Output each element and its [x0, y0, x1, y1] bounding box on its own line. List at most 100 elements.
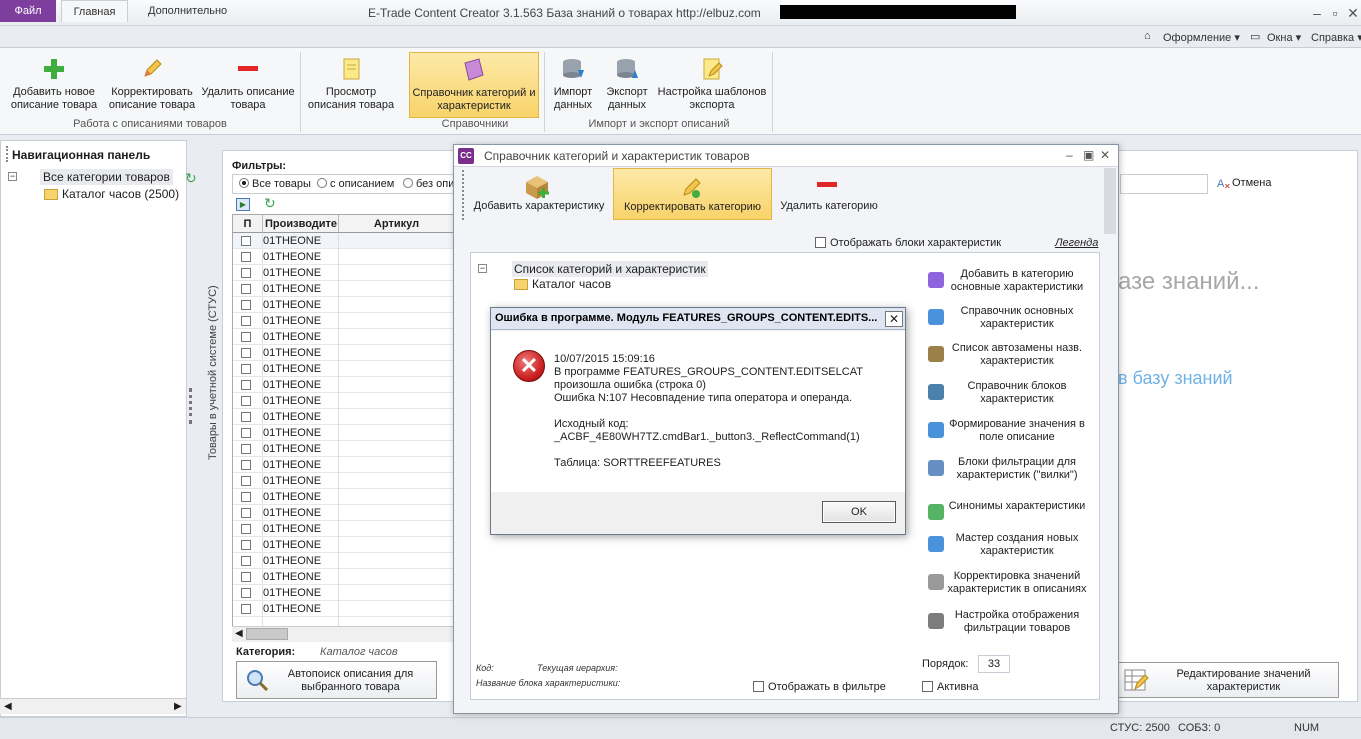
- table-row[interactable]: 01THEONE: [233, 601, 453, 617]
- row-checkbox[interactable]: [241, 604, 251, 614]
- edit-values-button[interactable]: Редактирование значений характеристик: [1118, 662, 1339, 698]
- row-checkbox[interactable]: [241, 588, 251, 598]
- side-action-item[interactable]: Справочник блоков характеристик: [920, 380, 1096, 406]
- scroll-right-icon[interactable]: ▶: [174, 701, 182, 712]
- table-row[interactable]: 01THEONE: [233, 393, 453, 409]
- dialog-close-icon[interactable]: ✕: [1100, 148, 1110, 162]
- table-row[interactable]: 01THEONE: [233, 585, 453, 601]
- nav-horizontal-scrollbar[interactable]: [0, 698, 186, 714]
- filter-all-radio[interactable]: Все товары: [239, 178, 311, 190]
- side-action-item[interactable]: Формирование значения в поле описание: [920, 418, 1096, 444]
- export-grid-icon[interactable]: ▶: [236, 198, 250, 211]
- tab-file[interactable]: Файл: [0, 0, 56, 22]
- row-checkbox[interactable]: [241, 364, 251, 374]
- side-tab-stus[interactable]: Товары в учетной системе (СТУС): [205, 160, 223, 460]
- dialog-minimize-icon[interactable]: –: [1066, 148, 1073, 162]
- nav-item-watch-catalog[interactable]: Каталог часов (2500): [62, 187, 179, 201]
- table-row[interactable]: 01THEONE: [233, 457, 453, 473]
- close-icon[interactable]: ✕: [1342, 4, 1361, 22]
- side-action-item[interactable]: Настройка отображения фильтрации товаров: [920, 609, 1096, 635]
- row-checkbox[interactable]: [241, 428, 251, 438]
- preview-description-button[interactable]: Просмотр описания товара: [302, 52, 400, 118]
- table-row[interactable]: 01THEONE: [233, 345, 453, 361]
- table-row[interactable]: 01THEONE: [233, 297, 453, 313]
- active-checkbox[interactable]: Активна: [922, 681, 979, 693]
- side-action-item[interactable]: Список автозамены назв. характеристик: [920, 342, 1096, 368]
- side-action-item[interactable]: Мастер создания новых характеристик: [920, 532, 1096, 558]
- side-action-item[interactable]: Справочник основных характеристик: [920, 305, 1096, 331]
- tree-collapse-icon[interactable]: −: [478, 264, 487, 273]
- row-checkbox[interactable]: [241, 524, 251, 534]
- menu-windows[interactable]: Окна ▾: [1267, 31, 1301, 44]
- toolbar-grip-icon[interactable]: [462, 170, 465, 220]
- row-checkbox[interactable]: [241, 252, 251, 262]
- row-checkbox[interactable]: [241, 268, 251, 278]
- table-row[interactable]: 01THEONE: [233, 553, 453, 569]
- table-row[interactable]: 01THEONE: [233, 265, 453, 281]
- table-row[interactable]: 01THEONE: [233, 313, 453, 329]
- refresh-grid-icon[interactable]: ↻: [264, 195, 276, 212]
- dialog-maximize-icon[interactable]: ▣: [1083, 148, 1094, 162]
- categories-reference-button[interactable]: Справочник категорий и характеристик: [409, 52, 539, 118]
- row-checkbox[interactable]: [241, 508, 251, 518]
- order-input[interactable]: 33: [978, 655, 1010, 673]
- scrollbar-thumb[interactable]: [246, 628, 288, 640]
- column-header-p[interactable]: П: [233, 215, 263, 233]
- cancel-button[interactable]: Отмена: [1232, 177, 1271, 189]
- table-row[interactable]: 01THEONE: [233, 377, 453, 393]
- row-checkbox[interactable]: [241, 572, 251, 582]
- table-row[interactable]: 01THEONE: [233, 537, 453, 553]
- row-checkbox[interactable]: [241, 476, 251, 486]
- panel-grip-icon[interactable]: [6, 146, 8, 162]
- row-checkbox[interactable]: [241, 412, 251, 422]
- table-row[interactable]: 01THEONE: [233, 441, 453, 457]
- menu-help[interactable]: Справка ▾: [1311, 31, 1361, 44]
- export-templates-button[interactable]: Настройка шаблонов экспорта: [656, 52, 768, 118]
- side-action-item[interactable]: Корректировка значений характеристик в о…: [920, 570, 1096, 596]
- table-row[interactable]: 01THEONE: [233, 425, 453, 441]
- table-row[interactable]: 01THEONE: [233, 521, 453, 537]
- tree-item-watch-catalog[interactable]: Каталог часов: [532, 277, 611, 291]
- add-description-button[interactable]: Добавить новое описание товара: [6, 52, 102, 118]
- delete-category-button[interactable]: Удалить категорию: [775, 168, 883, 220]
- row-checkbox[interactable]: [241, 316, 251, 326]
- row-checkbox[interactable]: [241, 460, 251, 470]
- side-action-item[interactable]: Добавить в категорию основные характерис…: [920, 268, 1096, 294]
- row-checkbox[interactable]: [241, 236, 251, 246]
- row-checkbox[interactable]: [241, 444, 251, 454]
- row-checkbox[interactable]: [241, 348, 251, 358]
- delete-description-button[interactable]: Удалить описание товара: [200, 52, 296, 118]
- table-row[interactable]: 01THEONE: [233, 409, 453, 425]
- knowledge-base-link[interactable]: в базу знаний: [1118, 368, 1233, 389]
- autosearch-button[interactable]: Автопоиск описания для выбранного товара: [236, 661, 437, 699]
- ok-button[interactable]: OK: [822, 501, 896, 523]
- add-feature-button[interactable]: Добавить характеристику: [468, 168, 610, 220]
- show-in-filter-checkbox[interactable]: Отображать в фильтре: [753, 681, 886, 693]
- filter-with-radio[interactable]: с описанием: [317, 178, 394, 190]
- filter-without-radio[interactable]: без опи: [403, 178, 454, 190]
- tab-extra[interactable]: Дополнительно: [136, 0, 239, 22]
- table-row[interactable]: 01THEONE: [233, 329, 453, 345]
- tab-home[interactable]: Главная: [61, 0, 128, 22]
- tree-collapse-icon[interactable]: −: [8, 172, 17, 181]
- row-checkbox[interactable]: [241, 556, 251, 566]
- table-row[interactable]: 01THEONE: [233, 505, 453, 521]
- side-action-item[interactable]: Блоки фильтрации для характеристик ("вил…: [920, 456, 1096, 482]
- table-row[interactable]: 01THEONE: [233, 569, 453, 585]
- table-row[interactable]: 01THEONE: [233, 361, 453, 377]
- legend-link[interactable]: Легенда: [1055, 237, 1098, 249]
- side-action-item[interactable]: Синонимы характеристики: [920, 500, 1096, 520]
- row-checkbox[interactable]: [241, 332, 251, 342]
- row-checkbox[interactable]: [241, 492, 251, 502]
- edit-description-button[interactable]: Корректировать описание товара: [104, 52, 200, 118]
- menu-design[interactable]: Оформление ▾: [1163, 31, 1240, 44]
- export-data-button[interactable]: Экспорт данных: [601, 52, 653, 118]
- tree-root-categories[interactable]: Список категорий и характеристик: [512, 261, 708, 277]
- row-checkbox[interactable]: [241, 284, 251, 294]
- row-checkbox[interactable]: [241, 300, 251, 310]
- scroll-left-icon[interactable]: ◀: [4, 701, 12, 712]
- nav-item-all-categories[interactable]: Все категории товаров: [40, 169, 173, 185]
- scroll-left-icon[interactable]: ◀: [235, 628, 243, 639]
- column-header-manufacturer[interactable]: Производите: [263, 215, 339, 233]
- table-row[interactable]: 01THEONE: [233, 249, 453, 265]
